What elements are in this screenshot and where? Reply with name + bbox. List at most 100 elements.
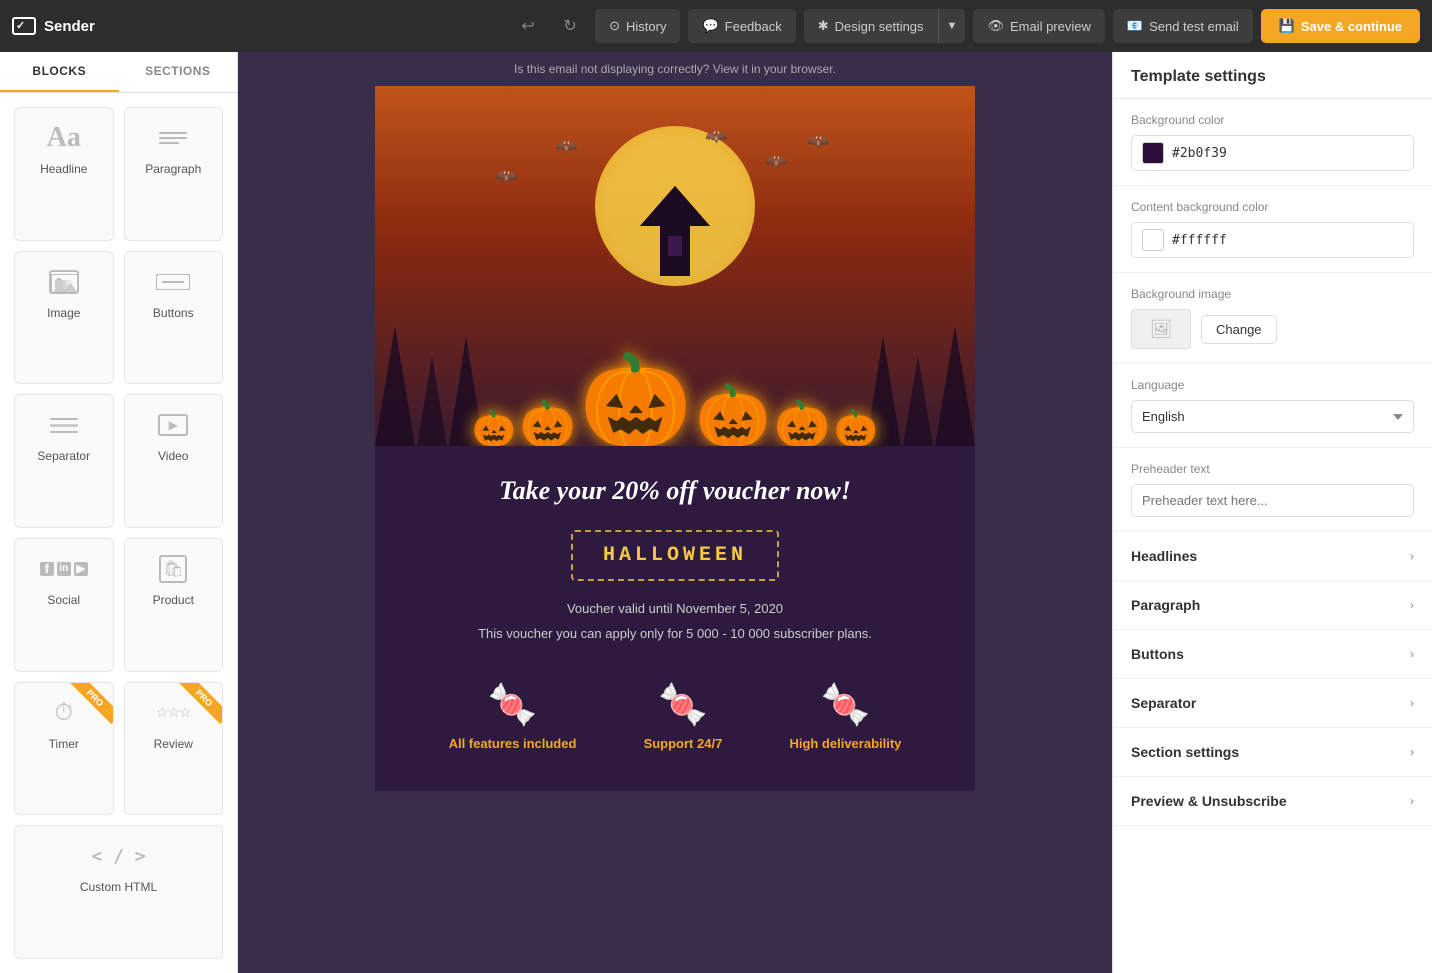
save-continue-button[interactable]: 💾 Save & continue [1261,9,1420,43]
separator-label: Separator [1131,695,1196,711]
bg-color-label: Background color [1131,113,1414,127]
feature-support: 🍬 Support 24/7 [644,681,723,751]
sidebar-tabs: BLOCKS SECTIONS [0,52,237,93]
block-custom-html[interactable]: < / > Custom HTML [14,825,223,959]
feature-icon-2: 🍬 [658,681,708,728]
collapsible-paragraph[interactable]: Paragraph › [1113,581,1432,630]
collapsible-headlines[interactable]: Headlines › [1113,532,1432,581]
block-separator-label: Separator [37,449,90,463]
block-timer-label: Timer [49,737,79,751]
content-bg-row[interactable]: #ffffff [1131,222,1414,258]
pumpkin-5: 🎃 [774,401,830,446]
headlines-label: Headlines [1131,548,1197,564]
template-settings-title: Template settings [1113,52,1432,99]
email-header-image: 🦇 🦇 🦇 🦇 🦇 [375,86,975,446]
feature-icon-3: 🍬 [821,681,871,728]
email-canvas: Is this email not displaying correctly? … [238,52,1112,973]
separator-block-icon [50,407,78,443]
preheader-section: Preheader text [1113,448,1432,532]
block-timer[interactable]: PRO ⏱ Timer [14,682,114,816]
send-test-button[interactable]: 📧 Send test email [1113,9,1253,43]
bg-color-section: Background color #2b0f39 [1113,99,1432,186]
pumpkin-2: 🎃 [520,401,576,446]
preview-unsubscribe-label: Preview & Unsubscribe [1131,793,1287,809]
block-video[interactable]: ▶ Video [124,394,224,528]
block-social[interactable]: f in ▶ Social [14,538,114,672]
preview-icon: 👁 [987,18,1004,34]
timer-block-icon: ⏱ [54,695,73,731]
language-label: Language [1131,378,1414,392]
right-trees [866,326,975,446]
headlines-arrow: › [1410,549,1414,563]
history-button[interactable]: ⊙ History [595,9,680,43]
html-block-icon: < / > [91,838,145,874]
send-icon: 📧 [1127,18,1143,34]
block-buttons[interactable]: Buttons [124,251,224,385]
history-icon: ⊙ [609,18,620,34]
redo-button[interactable]: ↻ [553,9,587,43]
block-buttons-label: Buttons [153,306,194,320]
preheader-input[interactable] [1131,484,1414,517]
left-trees [375,326,484,446]
email-body: Take your 20% off voucher now! HALLOWEEN… [375,446,975,791]
feature-label-1: All features included [449,736,577,751]
bg-image-preview: 🖼 [1131,309,1191,349]
block-image-label: Image [47,306,80,320]
separator-arrow: › [1410,696,1414,710]
haunted-house [640,186,710,281]
collapsible-preview-unsubscribe[interactable]: Preview & Unsubscribe › [1113,777,1432,826]
pumpkin-4: 🎃 [696,386,771,446]
tab-sections[interactable]: SECTIONS [119,52,238,92]
paragraph-arrow: › [1410,598,1414,612]
logo-icon [12,17,36,35]
feedback-icon: 💬 [702,18,718,34]
main-layout: BLOCKS SECTIONS Aa Headline [0,52,1432,973]
block-image[interactable]: Image [14,251,114,385]
collapsible-buttons[interactable]: Buttons › [1113,630,1432,679]
collapsible-separator[interactable]: Separator › [1113,679,1432,728]
preheader-label: Preheader text [1131,462,1414,476]
content-bg-label: Content background color [1131,200,1414,214]
bg-color-value: #2b0f39 [1172,146,1227,161]
feature-label-3: High deliverability [789,736,901,751]
block-paragraph-label: Paragraph [145,162,201,176]
logo-text: Sender [44,18,95,35]
feedback-button[interactable]: 💬 Feedback [688,9,795,43]
bg-color-swatch [1142,142,1164,164]
email-container[interactable]: 🦇 🦇 🦇 🦇 🦇 [375,86,975,791]
social-block-icon: f in ▶ [40,551,88,587]
section-settings-arrow: › [1410,745,1414,759]
undo-button[interactable]: ↩ [511,9,545,43]
left-sidebar: BLOCKS SECTIONS Aa Headline [0,52,238,973]
bg-image-label: Background image [1131,287,1414,301]
block-headline[interactable]: Aa Headline [14,107,114,241]
right-sidebar: Template settings Background color #2b0f… [1112,52,1432,973]
collapsible-section-settings[interactable]: Section settings › [1113,728,1432,777]
block-product[interactable]: 🛍 Product [124,538,224,672]
block-product-label: Product [153,593,194,607]
block-separator[interactable]: Separator [14,394,114,528]
preview-unsubscribe-arrow: › [1410,794,1414,808]
block-social-label: Social [47,593,80,607]
language-section: Language English French German Spanish I… [1113,364,1432,448]
email-preview-button[interactable]: 👁 Email preview [973,9,1104,43]
design-icon: ✱ [818,18,829,34]
headline-block-icon: Aa [47,120,81,156]
design-settings-group: ✱ Design settings ▼ [804,9,966,43]
review-block-icon: ☆☆☆ [156,695,191,731]
tab-blocks[interactable]: BLOCKS [0,52,119,92]
pumpkin-1: 🎃 [472,411,516,446]
bg-color-row[interactable]: #2b0f39 [1131,135,1414,171]
design-settings-button[interactable]: ✱ Design settings [804,9,938,43]
content-bg-swatch [1142,229,1164,251]
block-paragraph[interactable]: Paragraph [124,107,224,241]
topbar: Sender ↩ ↻ ⊙ History 💬 Feedback ✱ Design… [0,0,1432,52]
language-select[interactable]: English French German Spanish Italian [1131,400,1414,433]
pumpkin-6: 🎃 [834,411,878,446]
email-headline: Take your 20% off voucher now! [415,476,935,506]
block-review[interactable]: PRO ☆☆☆ Review [124,682,224,816]
pro-badge-timer: PRO [68,682,113,724]
bg-image-change-button[interactable]: Change [1201,315,1277,344]
design-settings-dropdown[interactable]: ▼ [938,9,966,43]
app-logo: Sender [12,17,95,35]
